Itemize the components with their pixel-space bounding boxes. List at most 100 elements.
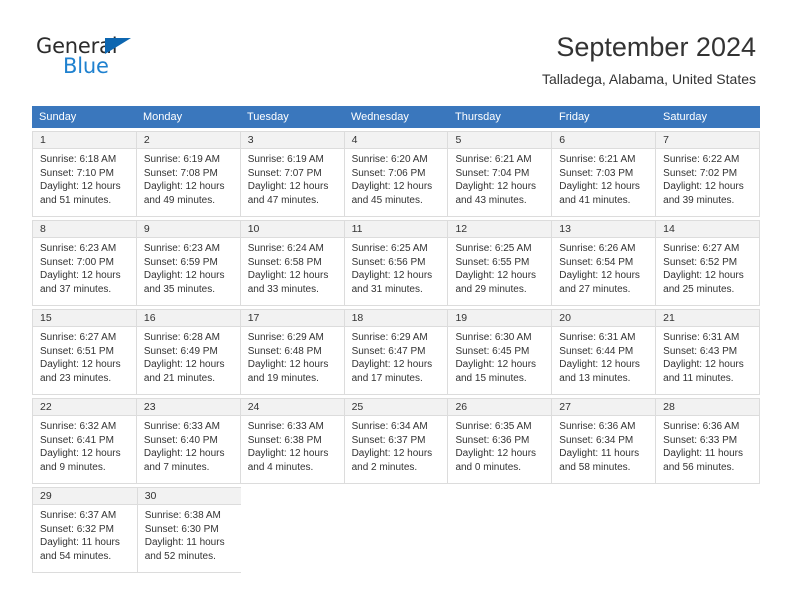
general-blue-logo[interactable]: General Blue (36, 36, 266, 86)
day-number: 9 (136, 221, 240, 238)
day-cell[interactable]: 8 Sunrise: 6:23 AM Sunset: 7:00 PM Daylight… (32, 220, 136, 306)
day-details: Sunrise: 6:25 AM Sunset: 6:56 PM Daylight:… (345, 238, 448, 296)
day-cell[interactable]: 27 Sunrise: 6:36 AM Sunset: 6:34 PM Dayligh… (551, 398, 656, 484)
daylight-text-line1: Daylight: 12 hours (351, 448, 433, 460)
day-number: 18 (344, 310, 448, 327)
weekday-header-tuesday: Tuesday (247, 111, 289, 123)
weekday-header-monday: Monday (143, 111, 183, 123)
day-number: 10 (240, 221, 344, 238)
sunset-text: Sunset: 6:37 PM (351, 434, 426, 446)
daylight-text-line2: and 45 minutes. (351, 194, 423, 206)
day-number: 22 (33, 399, 136, 416)
day-cell[interactable]: 9 Sunrise: 6:23 AM Sunset: 6:59 PM Daylight… (135, 220, 240, 306)
sunset-text: Sunset: 7:10 PM (40, 167, 114, 179)
day-number: 4 (344, 132, 448, 149)
day-cell[interactable]: 23 Sunrise: 6:33 AM Sunset: 6:40 PM Dayligh… (135, 398, 240, 484)
day-details: Sunrise: 6:33 AM Sunset: 6:38 PM Daylight:… (241, 416, 344, 474)
day-details: Sunrise: 6:36 AM Sunset: 6:33 PM Daylight:… (656, 416, 759, 474)
daylight-text-line2: and 21 minutes. (143, 372, 216, 384)
day-cell[interactable]: 22 Sunrise: 6:32 AM Sunset: 6:41 PM Dayligh… (32, 398, 136, 484)
daylight-text-line2: and 29 minutes. (455, 283, 527, 295)
day-number: 14 (656, 221, 760, 238)
daylight-text-line1: Daylight: 12 hours (40, 270, 121, 282)
day-cell[interactable]: 1 Sunrise: 6:18 AM Sunset: 7:10 PM Daylight… (32, 131, 136, 217)
daylight-text-line1: Daylight: 12 hours (40, 181, 121, 193)
daylight-text-line1: Daylight: 12 hours (351, 270, 433, 282)
logo-text-blue: Blue (63, 54, 109, 78)
day-cell[interactable]: 21 Sunrise: 6:31 AM Sunset: 6:43 PM Dayligh… (655, 309, 761, 395)
day-cell[interactable]: 14 Sunrise: 6:27 AM Sunset: 6:52 PM Dayligh… (655, 220, 761, 306)
daylight-text-line1: Daylight: 12 hours (247, 448, 329, 460)
daylight-text-line2: and 47 minutes. (247, 194, 319, 206)
day-cell[interactable]: 17 Sunrise: 6:29 AM Sunset: 6:48 PM Dayligh… (239, 309, 344, 395)
day-details: Sunrise: 6:27 AM Sunset: 6:52 PM Daylight:… (656, 238, 759, 296)
day-cell[interactable]: 11 Sunrise: 6:25 AM Sunset: 6:56 PM Dayligh… (343, 220, 448, 306)
day-cell[interactable]: 4 Sunrise: 6:20 AM Sunset: 7:06 PM Daylight… (343, 131, 448, 217)
sunrise-text: Sunrise: 6:23 AM (143, 243, 221, 254)
day-details: Sunrise: 6:21 AM Sunset: 7:04 PM Daylight:… (448, 149, 551, 207)
day-cell[interactable]: 26 Sunrise: 6:35 AM Sunset: 6:36 PM Dayligh… (447, 398, 552, 484)
daylight-text-line2: and 23 minutes. (40, 372, 112, 384)
day-cell[interactable]: 15 Sunrise: 6:27 AM Sunset: 6:51 PM Dayligh… (32, 309, 136, 395)
daylight-text-line1: Daylight: 11 hours (40, 537, 120, 549)
daylight-text-line2: and 13 minutes. (559, 372, 631, 384)
calendar-page: General Blue September 2024 Talladega, A… (0, 0, 792, 612)
daylight-text-line2: and 39 minutes. (663, 194, 735, 206)
weekday-header-thursday: Thursday (455, 111, 501, 123)
weekday-header-saturday: Saturday (663, 111, 708, 123)
daylight-text-line1: Daylight: 12 hours (455, 270, 537, 282)
sunrise-text: Sunrise: 6:29 AM (351, 332, 428, 343)
triangle-icon (105, 38, 131, 54)
day-cell[interactable]: 7 Sunrise: 6:22 AM Sunset: 7:02 PM Daylight… (655, 131, 761, 217)
day-cell[interactable]: 29 Sunrise: 6:37 AM Sunset: 6:32 PM Dayligh… (32, 487, 137, 573)
day-cell[interactable]: 30 Sunrise: 6:38 AM Sunset: 6:30 PM Dayligh… (136, 487, 242, 573)
day-details: Sunrise: 6:38 AM Sunset: 6:30 PM Daylight:… (138, 505, 242, 563)
daylight-text-line2: and 15 minutes. (455, 372, 527, 384)
day-cell-empty (449, 487, 553, 573)
day-number: 13 (552, 221, 656, 238)
day-cell[interactable]: 2 Sunrise: 6:19 AM Sunset: 7:08 PM Daylight… (135, 131, 240, 217)
day-cell[interactable]: 18 Sunrise: 6:29 AM Sunset: 6:47 PM Dayligh… (343, 309, 448, 395)
day-cell[interactable]: 5 Sunrise: 6:21 AM Sunset: 7:04 PM Daylight… (447, 131, 552, 217)
sunrise-text: Sunrise: 6:21 AM (559, 154, 636, 165)
daylight-text-line1: Daylight: 12 hours (559, 270, 640, 282)
daylight-text-line2: and 52 minutes. (144, 550, 216, 562)
day-number: 20 (552, 310, 656, 327)
sunrise-text: Sunrise: 6:37 AM (40, 510, 117, 521)
sunset-text: Sunset: 6:48 PM (247, 345, 322, 357)
sunrise-text: Sunrise: 6:27 AM (663, 243, 740, 254)
sunset-text: Sunset: 6:52 PM (663, 256, 738, 268)
sunset-text: Sunset: 6:30 PM (144, 523, 219, 535)
day-number: 24 (240, 399, 344, 416)
day-details: Sunrise: 6:31 AM Sunset: 6:44 PM Daylight:… (552, 327, 655, 385)
day-cell[interactable]: 6 Sunrise: 6:21 AM Sunset: 7:03 PM Daylight… (551, 131, 656, 217)
day-number: 17 (240, 310, 344, 327)
day-cell[interactable]: 3 Sunrise: 6:19 AM Sunset: 7:07 PM Daylight… (239, 131, 344, 217)
sunrise-text: Sunrise: 6:38 AM (144, 510, 221, 521)
day-cell[interactable]: 25 Sunrise: 6:34 AM Sunset: 6:37 PM Dayligh… (343, 398, 448, 484)
daylight-text-line1: Daylight: 12 hours (143, 181, 225, 193)
day-cell[interactable]: 20 Sunrise: 6:31 AM Sunset: 6:44 PM Dayligh… (551, 309, 656, 395)
sunrise-text: Sunrise: 6:25 AM (455, 243, 532, 254)
day-cell[interactable]: 24 Sunrise: 6:33 AM Sunset: 6:38 PM Dayligh… (239, 398, 344, 484)
daylight-text-line2: and 43 minutes. (455, 194, 527, 206)
daylight-text-line1: Daylight: 12 hours (247, 270, 329, 282)
day-cell-empty (656, 487, 760, 573)
daylight-text-line2: and 25 minutes. (663, 283, 735, 295)
day-number: 1 (33, 132, 136, 149)
day-cell[interactable]: 28 Sunrise: 6:36 AM Sunset: 6:33 PM Dayligh… (655, 398, 761, 484)
day-cell[interactable]: 13 Sunrise: 6:26 AM Sunset: 6:54 PM Dayligh… (551, 220, 656, 306)
sunrise-text: Sunrise: 6:22 AM (663, 154, 740, 165)
sunset-text: Sunset: 6:58 PM (247, 256, 322, 268)
sunrise-text: Sunrise: 6:36 AM (663, 421, 740, 432)
sunrise-text: Sunrise: 6:18 AM (40, 154, 117, 165)
day-number: 21 (656, 310, 760, 327)
day-cell[interactable]: 10 Sunrise: 6:24 AM Sunset: 6:58 PM Dayligh… (239, 220, 344, 306)
day-cell[interactable]: 16 Sunrise: 6:28 AM Sunset: 6:49 PM Dayligh… (135, 309, 240, 395)
sunset-text: Sunset: 7:02 PM (663, 167, 738, 179)
daylight-text-line1: Daylight: 12 hours (143, 270, 225, 282)
sunset-text: Sunset: 6:59 PM (143, 256, 218, 268)
daylight-text-line2: and 2 minutes. (351, 461, 418, 473)
day-cell[interactable]: 19 Sunrise: 6:30 AM Sunset: 6:45 PM Dayligh… (447, 309, 552, 395)
day-cell[interactable]: 12 Sunrise: 6:25 AM Sunset: 6:55 PM Dayligh… (447, 220, 552, 306)
